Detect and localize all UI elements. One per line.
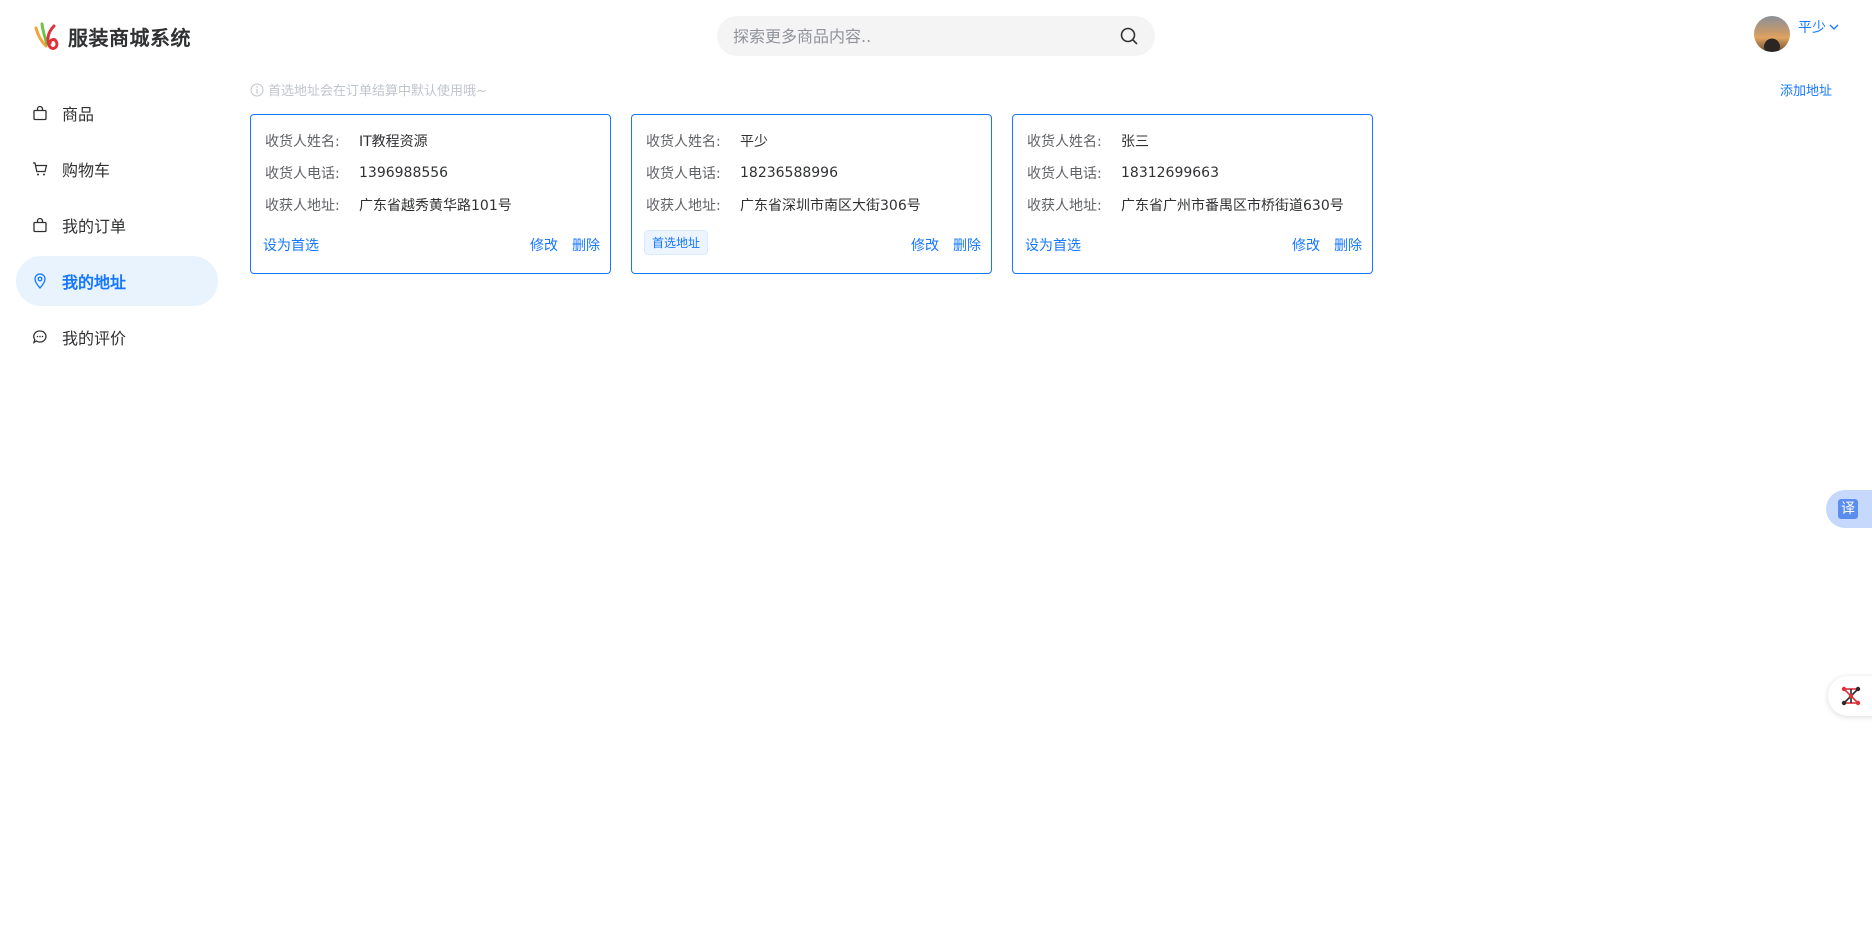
sidebar-item-label: 商品 bbox=[62, 105, 95, 124]
shopping-bag-icon bbox=[32, 105, 48, 121]
receiver-name-label: 收货人姓名: bbox=[646, 134, 721, 150]
receiver-address: 广东省深圳市南区大街306号 bbox=[740, 198, 921, 214]
sidebar-item-label: 我的地址 bbox=[62, 273, 127, 292]
sidebar-item-label: 我的订单 bbox=[62, 217, 127, 236]
chevron-down-icon bbox=[1829, 24, 1839, 30]
network-icon bbox=[1841, 686, 1861, 706]
search-bar bbox=[717, 16, 1155, 56]
sidebar-item-address[interactable]: 我的地址 bbox=[16, 256, 218, 306]
address-card: 收货人姓名: IT教程资源 收货人电话: 1396988556 收获人地址: 广东省越… bbox=[250, 114, 611, 274]
receiver-name: 平少 bbox=[740, 134, 768, 150]
address-card: 收货人姓名: 平少 收货人电话: 18236588996 收获人地址: 广东省深圳市南… bbox=[631, 114, 992, 274]
shopping-bag-icon bbox=[32, 217, 48, 233]
edit-button[interactable]: 修改 bbox=[530, 235, 558, 255]
location-pin-icon bbox=[32, 273, 48, 289]
set-preferred-button[interactable]: 设为首选 bbox=[1025, 235, 1081, 255]
logo-icon bbox=[34, 22, 59, 50]
receiver-address-label: 收获人地址: bbox=[265, 198, 340, 214]
network-widget-button[interactable] bbox=[1828, 676, 1872, 716]
sidebar-item-orders[interactable]: 我的订单 bbox=[16, 200, 218, 250]
set-preferred-button[interactable]: 设为首选 bbox=[263, 235, 319, 255]
edit-button[interactable]: 修改 bbox=[1292, 235, 1320, 255]
address-list: 收货人姓名: IT教程资源 收货人电话: 1396988556 收获人地址: 广东省越… bbox=[250, 114, 1373, 274]
app-title: 服装商城系统 bbox=[68, 25, 191, 50]
receiver-phone-label: 收货人电话: bbox=[265, 166, 340, 182]
translate-icon: 译 bbox=[1838, 499, 1858, 519]
info-icon bbox=[250, 83, 264, 96]
user-name: 平少 bbox=[1798, 20, 1826, 36]
receiver-name: IT教程资源 bbox=[359, 134, 428, 150]
sidebar: 商品 购物车 我的订单 我的地址 我的评价 bbox=[16, 88, 218, 368]
delete-button[interactable]: 删除 bbox=[953, 235, 981, 255]
sidebar-item-label: 我的评价 bbox=[62, 329, 127, 348]
receiver-address-label: 收获人地址: bbox=[1027, 198, 1102, 214]
sidebar-item-cart[interactable]: 购物车 bbox=[16, 144, 218, 194]
delete-button[interactable]: 删除 bbox=[572, 235, 600, 255]
cart-icon bbox=[32, 161, 48, 177]
edit-button[interactable]: 修改 bbox=[911, 235, 939, 255]
tip-text: 首选地址会在订单结算中默认使用哦~ bbox=[268, 84, 487, 99]
add-address-link[interactable]: 添加地址 bbox=[1780, 80, 1832, 99]
translate-button[interactable]: 译 bbox=[1826, 490, 1872, 528]
receiver-phone-label: 收货人电话: bbox=[646, 166, 721, 182]
receiver-address: 广东省越秀黄华路101号 bbox=[359, 198, 512, 214]
user-menu[interactable]: 平少 bbox=[1798, 17, 1840, 37]
receiver-phone-label: 收货人电话: bbox=[1027, 166, 1102, 182]
receiver-phone: 18236588996 bbox=[740, 165, 838, 181]
receiver-name: 张三 bbox=[1121, 134, 1149, 150]
receiver-name-label: 收货人姓名: bbox=[265, 134, 340, 150]
app-logo[interactable]: 服装商城系统 bbox=[32, 20, 191, 52]
preferred-address-tip: 首选地址会在订单结算中默认使用哦~ bbox=[250, 80, 487, 99]
chat-bubble-icon bbox=[32, 329, 48, 345]
receiver-phone: 18312699663 bbox=[1121, 165, 1219, 181]
receiver-address-label: 收获人地址: bbox=[646, 198, 721, 214]
search-icon[interactable] bbox=[1117, 24, 1141, 48]
address-card: 收货人姓名: 张三 收货人电话: 18312699663 收获人地址: 广东省广州市番… bbox=[1012, 114, 1373, 274]
sidebar-item-products[interactable]: 商品 bbox=[16, 88, 218, 138]
sidebar-item-reviews[interactable]: 我的评价 bbox=[16, 312, 218, 362]
receiver-name-label: 收货人姓名: bbox=[1027, 134, 1102, 150]
receiver-phone: 1396988556 bbox=[359, 165, 449, 181]
preferred-address-badge: 首选地址 bbox=[644, 229, 709, 255]
sidebar-item-label: 购物车 bbox=[62, 161, 111, 180]
avatar[interactable] bbox=[1754, 16, 1790, 52]
delete-button[interactable]: 删除 bbox=[1334, 235, 1362, 255]
receiver-address: 广东省广州市番禺区市桥街道630号 bbox=[1121, 198, 1344, 214]
search-input[interactable] bbox=[733, 26, 1117, 46]
